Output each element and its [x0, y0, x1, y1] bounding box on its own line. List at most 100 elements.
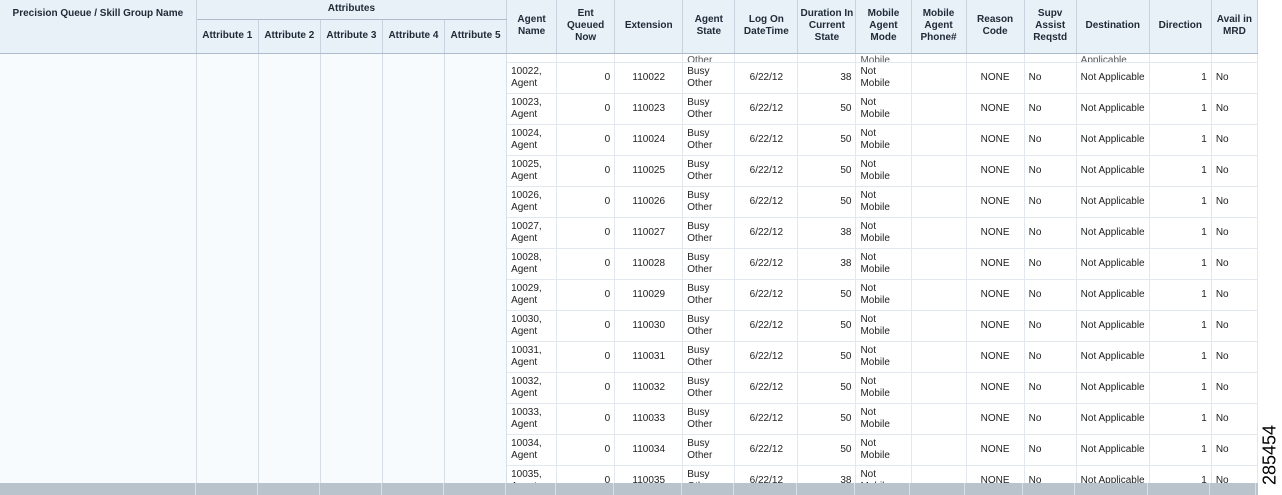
reason-code-cell: NONE	[966, 124, 1025, 156]
agent-state-cell: Busy Other	[682, 186, 736, 218]
agent-name-cell: 10022, Agent	[506, 62, 558, 94]
agent-state-cell: Busy Other	[682, 403, 736, 435]
duration-cell: 38	[797, 62, 857, 94]
extension-cell: 110027	[614, 217, 684, 249]
peek-phone	[911, 53, 967, 63]
scrollbar-tick	[681, 483, 682, 495]
reason-code-cell: NONE	[966, 434, 1025, 466]
duration-cell: 50	[797, 124, 857, 156]
log-on-datetime-cell: 6/22/12	[734, 62, 799, 94]
mobile-agent-phone-cell	[911, 341, 967, 373]
peek-mobile-mode-text: Mobile	[860, 54, 890, 62]
agent-name-cell: 10023, Agent	[506, 93, 558, 125]
header-extension[interactable]: Extension	[614, 0, 684, 54]
mobile-agent-phone-cell	[911, 124, 967, 156]
supv-assist-cell: No	[1024, 341, 1077, 373]
extension-cell: 110033	[614, 403, 684, 435]
peek-avail	[1211, 53, 1258, 63]
destination-cell: Not Applicable	[1076, 155, 1150, 187]
avail-mrd-cell: No	[1211, 186, 1258, 218]
direction-cell: 1	[1149, 155, 1212, 187]
header-duration[interactable]: Duration In Current State	[797, 0, 857, 54]
mobile-agent-phone-cell	[911, 279, 967, 311]
direction-cell: 1	[1149, 372, 1212, 404]
log-on-datetime-cell: 6/22/12	[734, 434, 799, 466]
header-mobile-agent-phone[interactable]: Mobile Agent Phone#	[911, 0, 967, 54]
figure-number: 285454	[1259, 424, 1280, 486]
mobile-agent-phone-cell	[911, 62, 967, 94]
destination-cell: Not Applicable	[1076, 279, 1150, 311]
supv-assist-cell: No	[1024, 434, 1077, 466]
peek-duration	[797, 53, 857, 63]
header-supv-assist[interactable]: Supv Assist Reqstd	[1024, 0, 1077, 54]
mobile-agent-phone-cell	[911, 248, 967, 280]
scrollbar-tick	[1147, 483, 1148, 495]
agent-state-cell: Busy Other	[682, 372, 736, 404]
header-log-on-datetime[interactable]: Log On DateTime	[734, 0, 799, 54]
log-on-datetime-cell: 6/22/12	[734, 341, 799, 373]
supv-assist-cell: No	[1024, 403, 1077, 435]
supv-assist-cell: No	[1024, 279, 1077, 311]
extension-cell: 110023	[614, 93, 684, 125]
supv-assist-cell: No	[1024, 372, 1077, 404]
ent-queued-now-cell: 0	[556, 372, 616, 404]
avail-mrd-cell: No	[1211, 341, 1258, 373]
reason-code-cell: NONE	[966, 403, 1025, 435]
scrollbar-tick	[319, 483, 320, 495]
group-name-cell: PG1_CCM1.Cisco_Voice.defau.83079	[0, 53, 197, 495]
horizontal-scrollbar[interactable]	[0, 483, 1258, 495]
agent-name-cell: 10025, Agent	[506, 155, 558, 187]
destination-cell: Not Applicable	[1076, 403, 1150, 435]
log-on-datetime-cell: 6/22/12	[734, 155, 799, 187]
peek-logon	[734, 53, 799, 63]
log-on-datetime-cell: 6/22/12	[734, 403, 799, 435]
peek-direction	[1149, 53, 1212, 63]
destination-cell: Not Applicable	[1076, 62, 1150, 94]
header-attribute-3[interactable]: Attribute 3	[320, 19, 383, 54]
mobile-agent-phone-cell	[911, 186, 967, 218]
duration-cell: 50	[797, 93, 857, 125]
attribute-3-cell	[320, 53, 383, 495]
mobile-agent-mode-cell: Not Mobile	[855, 403, 912, 435]
mobile-agent-mode-cell: Not Mobile	[855, 93, 912, 125]
header-attribute-1[interactable]: Attribute 1	[196, 19, 259, 54]
header-attribute-5[interactable]: Attribute 5	[444, 19, 508, 54]
duration-cell: 50	[797, 279, 857, 311]
peek-reason	[966, 53, 1025, 63]
extension-cell: 110029	[614, 279, 684, 311]
ent-queued-now-cell: 0	[556, 124, 616, 156]
mobile-agent-phone-cell	[911, 434, 967, 466]
supv-assist-cell: No	[1024, 62, 1077, 94]
header-agent-state[interactable]: Agent State	[682, 0, 736, 54]
ent-queued-now-cell: 0	[556, 155, 616, 187]
mobile-agent-mode-cell: Not Mobile	[855, 217, 912, 249]
header-destination[interactable]: Destination	[1076, 0, 1150, 54]
avail-mrd-cell: No	[1211, 310, 1258, 342]
destination-cell: Not Applicable	[1076, 93, 1150, 125]
header-group-name[interactable]: Precision Queue / Skill Group Name	[0, 0, 197, 54]
attribute-4-cell	[382, 53, 445, 495]
mobile-agent-mode-cell: Not Mobile	[855, 372, 912, 404]
duration-cell: 50	[797, 155, 857, 187]
scrollbar-tick	[505, 483, 506, 495]
ent-queued-now-cell: 0	[556, 93, 616, 125]
header-ent-queued-now[interactable]: Ent Queued Now	[556, 0, 616, 54]
direction-cell: 1	[1149, 403, 1212, 435]
header-attribute-2[interactable]: Attribute 2	[258, 19, 321, 54]
extension-cell: 110034	[614, 434, 684, 466]
agent-state-cell: Busy Other	[682, 341, 736, 373]
header-reason-code[interactable]: Reason Code	[966, 0, 1025, 54]
supv-assist-cell: No	[1024, 155, 1077, 187]
agent-name-cell: 10034, Agent	[506, 434, 558, 466]
supv-assist-cell: No	[1024, 217, 1077, 249]
header-avail-mrd[interactable]: Avail in MRD	[1211, 0, 1258, 54]
header-agent-name[interactable]: Agent Name	[506, 0, 558, 54]
header-direction[interactable]: Direction	[1149, 0, 1212, 54]
header-mobile-agent-mode[interactable]: Mobile Agent Mode	[855, 0, 912, 54]
reason-code-cell: NONE	[966, 341, 1025, 373]
extension-cell: 110024	[614, 124, 684, 156]
header-attribute-4[interactable]: Attribute 4	[382, 19, 445, 54]
agent-name-cell: 10033, Agent	[506, 403, 558, 435]
agent-report: Precision Queue / Skill Group Name Attri…	[0, 0, 1258, 495]
mobile-agent-phone-cell	[911, 155, 967, 187]
